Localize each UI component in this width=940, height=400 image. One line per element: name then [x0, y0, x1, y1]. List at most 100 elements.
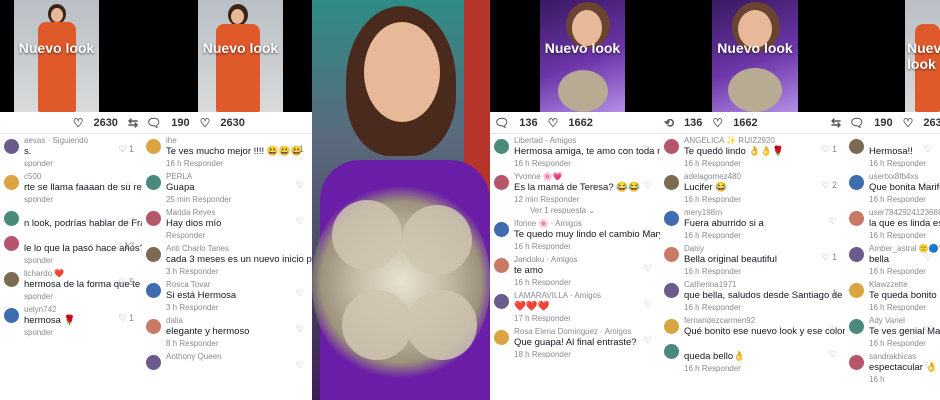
comment-username[interactable]: LAMARAVILLA · Amigos: [514, 291, 654, 301]
heart-icon[interactable]: ♡: [73, 116, 84, 130]
avatar[interactable]: [4, 236, 19, 251]
heart-icon[interactable]: ♡: [903, 116, 914, 130]
comment-username[interactable]: Anti Charlo Tanes: [166, 244, 306, 254]
comment-like-button[interactable]: ♡ 1: [821, 252, 837, 263]
avatar[interactable]: [4, 272, 19, 287]
avatar[interactable]: [146, 139, 161, 154]
comment-like-button[interactable]: ♡: [126, 216, 134, 227]
comment-like-button[interactable]: ♡: [644, 335, 652, 346]
avatar[interactable]: [4, 308, 19, 323]
comment-username[interactable]: Daisy: [684, 244, 839, 254]
reply-link[interactable]: Responder: [887, 267, 926, 276]
reply-link[interactable]: Responder: [702, 231, 741, 240]
video-thumbnail[interactable]: Nuevo look: [540, 0, 625, 112]
comment-like-button[interactable]: ♡: [644, 227, 652, 238]
comment-username[interactable]: fernandezcarmen92: [684, 316, 839, 326]
comment-username[interactable]: Rosa Elena Dominguez · Amigos: [514, 327, 654, 337]
comment-like-button[interactable]: ♡: [644, 263, 652, 274]
avatar[interactable]: [849, 319, 864, 334]
avatar[interactable]: [849, 139, 864, 154]
reply-link[interactable]: Responder: [179, 267, 218, 276]
reply-link[interactable]: Responder: [532, 242, 571, 251]
comment-username[interactable]: adelagomez480: [684, 172, 839, 182]
avatar[interactable]: [849, 247, 864, 262]
comment-like-button[interactable]: ♡ 5: [118, 277, 134, 288]
heart-icon[interactable]: ♡: [712, 116, 723, 130]
comment-username[interactable]: Libertad · Amigos: [514, 136, 654, 146]
comment-like-button[interactable]: ♡: [296, 360, 304, 371]
comment-username[interactable]: Rosca Tovar: [166, 280, 306, 290]
reply-link[interactable]: Responder: [887, 303, 926, 312]
reply-link[interactable]: Responder: [166, 231, 205, 240]
reply-link[interactable]: sponder: [24, 256, 53, 265]
reply-link[interactable]: Responder: [702, 303, 741, 312]
avatar[interactable]: [4, 211, 19, 226]
comment-like-button[interactable]: ♡: [924, 252, 932, 263]
reply-link[interactable]: Responder: [184, 159, 223, 168]
comment-like-button[interactable]: ♡: [296, 252, 304, 263]
comment-username[interactable]: dalia: [166, 316, 306, 326]
avatar[interactable]: [849, 175, 864, 190]
comment-username[interactable]: Ifonne 🌸 · Amigos: [514, 219, 654, 229]
center-video[interactable]: [312, 0, 490, 400]
reply-link[interactable]: Responder: [532, 278, 571, 287]
avatar[interactable]: [849, 211, 864, 226]
comment-like-button[interactable]: ♡: [924, 180, 932, 191]
avatar[interactable]: [4, 175, 19, 190]
comment-username[interactable]: Jandoku · Amigos: [514, 255, 654, 265]
comment-username[interactable]: ihe: [166, 136, 306, 146]
avatar[interactable]: [146, 319, 161, 334]
comment-like-button[interactable]: ♡ 1: [288, 144, 304, 155]
reply-link[interactable]: Responder: [887, 195, 926, 204]
reply-link[interactable]: Responder: [702, 267, 741, 276]
comment-icon[interactable]: 🗨: [849, 116, 864, 130]
avatar[interactable]: [494, 222, 509, 237]
reply-link[interactable]: Responder: [702, 159, 741, 168]
comment-username[interactable]: Yvonne 🌸💗: [514, 172, 654, 182]
comment-icon[interactable]: 🗨: [146, 116, 161, 130]
avatar[interactable]: [494, 175, 509, 190]
reply-link[interactable]: Responder: [540, 195, 579, 204]
avatar[interactable]: [664, 247, 679, 262]
avatar[interactable]: [664, 139, 679, 154]
comment-username[interactable]: [24, 208, 136, 218]
comment-icon[interactable]: 🗨: [494, 116, 509, 130]
comment-like-button[interactable]: ♡: [924, 216, 932, 227]
comment-like-button[interactable]: ♡: [296, 324, 304, 335]
comment-like-button[interactable]: ♡ 12: [113, 241, 134, 252]
comment-like-button[interactable]: ♡ 1: [821, 144, 837, 155]
comment-username[interactable]: Catherina1971: [684, 280, 839, 290]
comment-username[interactable]: c500: [24, 172, 136, 182]
avatar[interactable]: [146, 175, 161, 190]
reply-link[interactable]: Responder: [532, 350, 571, 359]
reply-link[interactable]: sponder: [24, 159, 53, 168]
comment-like-button[interactable]: ♡: [644, 180, 652, 191]
comment-like-button[interactable]: ♡ 1: [118, 313, 134, 324]
comment-like-button[interactable]: ♡: [829, 324, 837, 335]
avatar[interactable]: [494, 294, 509, 309]
reply-link[interactable]: Responder: [192, 195, 231, 204]
avatar[interactable]: [146, 283, 161, 298]
video-thumbnail[interactable]: Nuevo look: [712, 0, 798, 112]
avatar[interactable]: [146, 211, 161, 226]
avatar[interactable]: [849, 355, 864, 370]
comment-username[interactable]: Anthony Queen: [166, 352, 306, 362]
avatar[interactable]: [494, 330, 509, 345]
filter-icon[interactable]: ⇆: [831, 116, 841, 130]
comment-like-button[interactable]: ♡: [829, 216, 837, 227]
comment-username[interactable]: Marida Reyes: [166, 208, 306, 218]
reply-link[interactable]: Responder: [887, 159, 926, 168]
view-replies-link[interactable]: Ver 1 respuesta ⌄: [490, 206, 660, 217]
comment-username[interactable]: PERLA: [166, 172, 306, 182]
comment-username[interactable]: ANGELICA ✨ RUIZ2920: [684, 136, 839, 146]
comment-like-button[interactable]: ♡: [924, 144, 932, 155]
comment-like-button[interactable]: ♡: [924, 288, 932, 299]
comment-like-button[interactable]: ♡: [126, 180, 134, 191]
video-thumbnail[interactable]: Nuevo look: [198, 0, 283, 112]
comment-like-button[interactable]: ♡: [296, 216, 304, 227]
avatar[interactable]: [664, 211, 679, 226]
avatar[interactable]: [664, 319, 679, 334]
reply-link[interactable]: sponder: [24, 292, 53, 301]
comment-username[interactable]: [684, 341, 839, 351]
share-icon[interactable]: ⟲: [664, 116, 674, 130]
